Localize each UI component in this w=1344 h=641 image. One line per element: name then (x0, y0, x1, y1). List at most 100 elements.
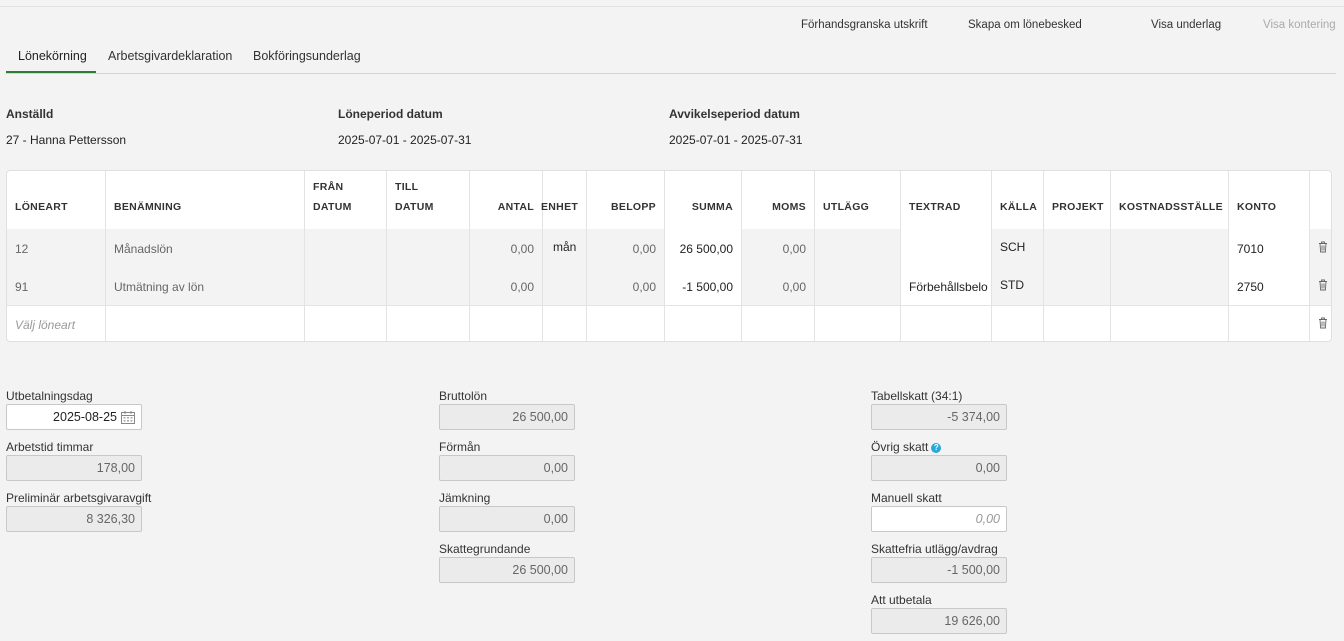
col-header-fran-datum[interactable]: FRÅN DATUM (305, 171, 387, 229)
cell-textrad[interactable]: Förbehållsbelo (901, 267, 992, 305)
cell-kalla[interactable]: STD (992, 267, 1044, 305)
cell-till-datum[interactable] (387, 267, 470, 305)
cell-textrad[interactable] (901, 305, 992, 341)
cell-konto[interactable]: 7010 (1229, 229, 1310, 267)
cell-benamning[interactable]: Månadslön (106, 229, 305, 267)
table-tax-field: -5 374,00 (871, 404, 1007, 430)
select-loneart-input[interactable]: Välj löneart (7, 305, 106, 341)
cell-till-datum[interactable] (387, 305, 470, 341)
delete-row-button[interactable] (1310, 305, 1331, 341)
delete-row-button[interactable] (1310, 229, 1331, 267)
recreate-payslip-link[interactable]: Skapa om lönebesked (968, 19, 1082, 31)
adjustment-label: Jämkning (439, 491, 491, 505)
cell-moms[interactable]: 0,00 (742, 229, 815, 267)
other-tax-label: Övrig skatt (871, 440, 929, 454)
payday-label: Utbetalningsdag (6, 389, 93, 403)
cell-enhet[interactable]: mån (543, 229, 587, 267)
cell-antal[interactable]: 0,00 (470, 229, 543, 267)
col-header-kostnadsstalle[interactable]: KOSTNADSSTÄLLE (1111, 171, 1229, 229)
cell-konto[interactable] (1229, 305, 1310, 341)
col-header-till-datum[interactable]: TILL DATUM (387, 171, 470, 229)
pay-period-label: Löneperiod datum (338, 107, 443, 121)
trash-icon (1319, 279, 1327, 291)
cell-moms[interactable] (742, 305, 815, 341)
cell-fran-datum[interactable] (305, 267, 387, 305)
cell-fran-datum[interactable] (305, 229, 387, 267)
table-row[interactable]: 12 Månadslön 0,00 mån 0,00 26 500,00 0,0… (7, 229, 1331, 268)
cell-projekt[interactable] (1044, 267, 1111, 305)
cell-textrad[interactable] (901, 229, 992, 267)
cell-summa[interactable]: 26 500,00 (665, 229, 742, 267)
col-header-konto[interactable]: KONTO (1229, 171, 1310, 229)
col-header-utlagg[interactable]: UTLÄGG (815, 171, 901, 229)
benefit-label: Förmån (439, 440, 481, 454)
cell-konto[interactable]: 2750 (1229, 267, 1310, 305)
show-posting-link: Visa kontering (1263, 19, 1336, 31)
manual-tax-label: Manuell skatt (871, 491, 942, 505)
col-header-antal[interactable]: ANTAL (470, 171, 543, 229)
cell-projekt[interactable] (1044, 305, 1111, 341)
net-pay-label: Att utbetala (871, 593, 932, 607)
employer-fee-label: Preliminär arbetsgivaravgift (6, 491, 152, 505)
cell-antal[interactable]: 0,00 (470, 267, 543, 305)
cell-projekt[interactable] (1044, 229, 1111, 267)
action-bar: Förhandsgranska utskrift Skapa om lönebe… (0, 19, 1344, 35)
new-table-row[interactable]: Välj löneart (7, 305, 1331, 341)
taxfree-label: Skattefria utlägg/avdrag (871, 542, 998, 556)
col-header-enhet[interactable]: ENHET (541, 171, 587, 229)
calendar-icon[interactable] (121, 411, 135, 424)
pay-period-value: 2025-07-01 - 2025-07-31 (338, 133, 472, 147)
cell-kostnadsstalle[interactable] (1111, 305, 1229, 341)
cell-moms[interactable]: 0,00 (742, 267, 815, 305)
preview-print-link[interactable]: Förhandsgranska utskrift (801, 19, 928, 31)
delete-row-button[interactable] (1310, 267, 1331, 305)
col-header-belopp[interactable]: BELOPP (587, 171, 665, 229)
show-basis-link[interactable]: Visa underlag (1151, 19, 1221, 31)
cell-enhet[interactable] (543, 267, 587, 305)
hours-field: 178,00 (6, 455, 142, 481)
gross-label: Bruttolön (439, 389, 488, 403)
cell-utlagg[interactable] (815, 267, 901, 305)
cell-summa[interactable] (665, 305, 742, 341)
cell-fran-datum[interactable] (305, 305, 387, 341)
gross-field: 26 500,00 (439, 404, 575, 430)
tab-arbetsgivardeklaration[interactable]: Arbetsgivardeklaration (108, 49, 232, 63)
cell-utlagg[interactable] (815, 229, 901, 267)
col-header-benamning[interactable]: BENÄMNING (106, 171, 305, 229)
payday-input[interactable]: 2025-08-25 (6, 404, 142, 430)
employee-value: 27 - Hanna Pettersson (6, 133, 127, 147)
cell-kalla[interactable] (992, 305, 1044, 341)
cell-kostnadsstalle[interactable] (1111, 267, 1229, 305)
cell-utlagg[interactable] (815, 305, 901, 341)
benefit-field: 0,00 (439, 455, 575, 481)
taxable-label: Skattegrundande (439, 542, 531, 556)
manual-tax-input[interactable]: 0,00 (871, 506, 1007, 532)
cell-antal[interactable] (470, 305, 543, 341)
tab-lonekorning[interactable]: Lönekörning (18, 49, 87, 63)
cell-belopp[interactable] (587, 305, 665, 341)
cell-belopp[interactable]: 0,00 (587, 229, 665, 267)
col-header-actions (1310, 171, 1331, 229)
cell-belopp[interactable]: 0,00 (587, 267, 665, 305)
cell-summa[interactable]: -1 500,00 (665, 267, 742, 305)
employee-label: Anställd (6, 107, 54, 121)
adjustment-field: 0,00 (439, 506, 575, 532)
cell-enhet[interactable] (543, 305, 587, 341)
cell-kalla[interactable]: SCH (992, 229, 1044, 267)
cell-loneart[interactable]: 91 (7, 267, 106, 305)
help-icon[interactable]: ? (931, 442, 942, 453)
tab-bokforingsunderlag[interactable]: Bokföringsunderlag (253, 49, 361, 63)
col-header-summa[interactable]: SUMMA (665, 171, 742, 229)
col-header-loneart[interactable]: LÖNEART (7, 171, 106, 229)
cell-till-datum[interactable] (387, 229, 470, 267)
cell-loneart[interactable]: 12 (7, 229, 106, 267)
col-header-textrad[interactable]: TEXTRAD (901, 171, 992, 229)
table-row[interactable]: 91 Utmätning av lön 0,00 0,00 -1 500,00 … (7, 267, 1331, 306)
salary-lines-table: LÖNEART BENÄMNING FRÅN DATUM TILL DATUM AN… (6, 170, 1332, 342)
cell-kostnadsstalle[interactable] (1111, 229, 1229, 267)
col-header-projekt[interactable]: PROJEKT (1044, 171, 1111, 229)
col-header-kalla[interactable]: KÄLLA (992, 171, 1044, 229)
cell-benamning[interactable] (106, 305, 305, 341)
col-header-moms[interactable]: MOMS (742, 171, 815, 229)
cell-benamning[interactable]: Utmätning av lön (106, 267, 305, 305)
